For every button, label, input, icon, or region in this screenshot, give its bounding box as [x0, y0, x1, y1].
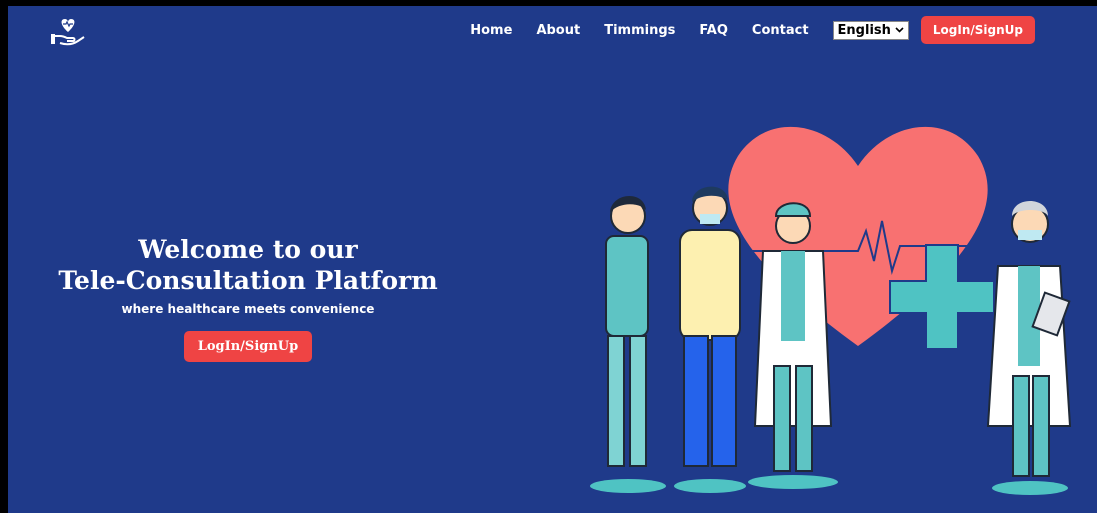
language-value: English [837, 22, 891, 38]
hero-title-line1: Welcome to our [138, 235, 358, 264]
nav-login-button[interactable]: LogIn/SignUp [920, 16, 1035, 44]
doctors-heart-illustration [590, 126, 1072, 495]
chevron-down-icon [895, 27, 904, 33]
hero-login-button[interactable]: LogIn/SignUp [183, 331, 313, 362]
language-select[interactable]: English [832, 20, 909, 40]
nav-faq[interactable]: FAQ [699, 23, 728, 38]
landing-page: Home About Timmings FAQ Contact English … [8, 6, 1097, 513]
heart-hand-icon[interactable] [50, 18, 86, 48]
nav-contact[interactable]: Contact [752, 23, 809, 38]
hero-title: Welcome to our Tele-Consultation Platfor… [48, 234, 448, 296]
nav-timmings[interactable]: Timmings [604, 23, 675, 38]
hero-subtitle: where healthcare meets convenience [121, 302, 375, 316]
top-nav: Home About Timmings FAQ Contact English … [470, 6, 1097, 54]
hero: Welcome to our Tele-Consultation Platfor… [48, 234, 448, 362]
hero-title-line2: Tele-Consultation Platform [58, 266, 438, 295]
nav-about[interactable]: About [536, 23, 580, 38]
nav-home[interactable]: Home [470, 23, 512, 38]
